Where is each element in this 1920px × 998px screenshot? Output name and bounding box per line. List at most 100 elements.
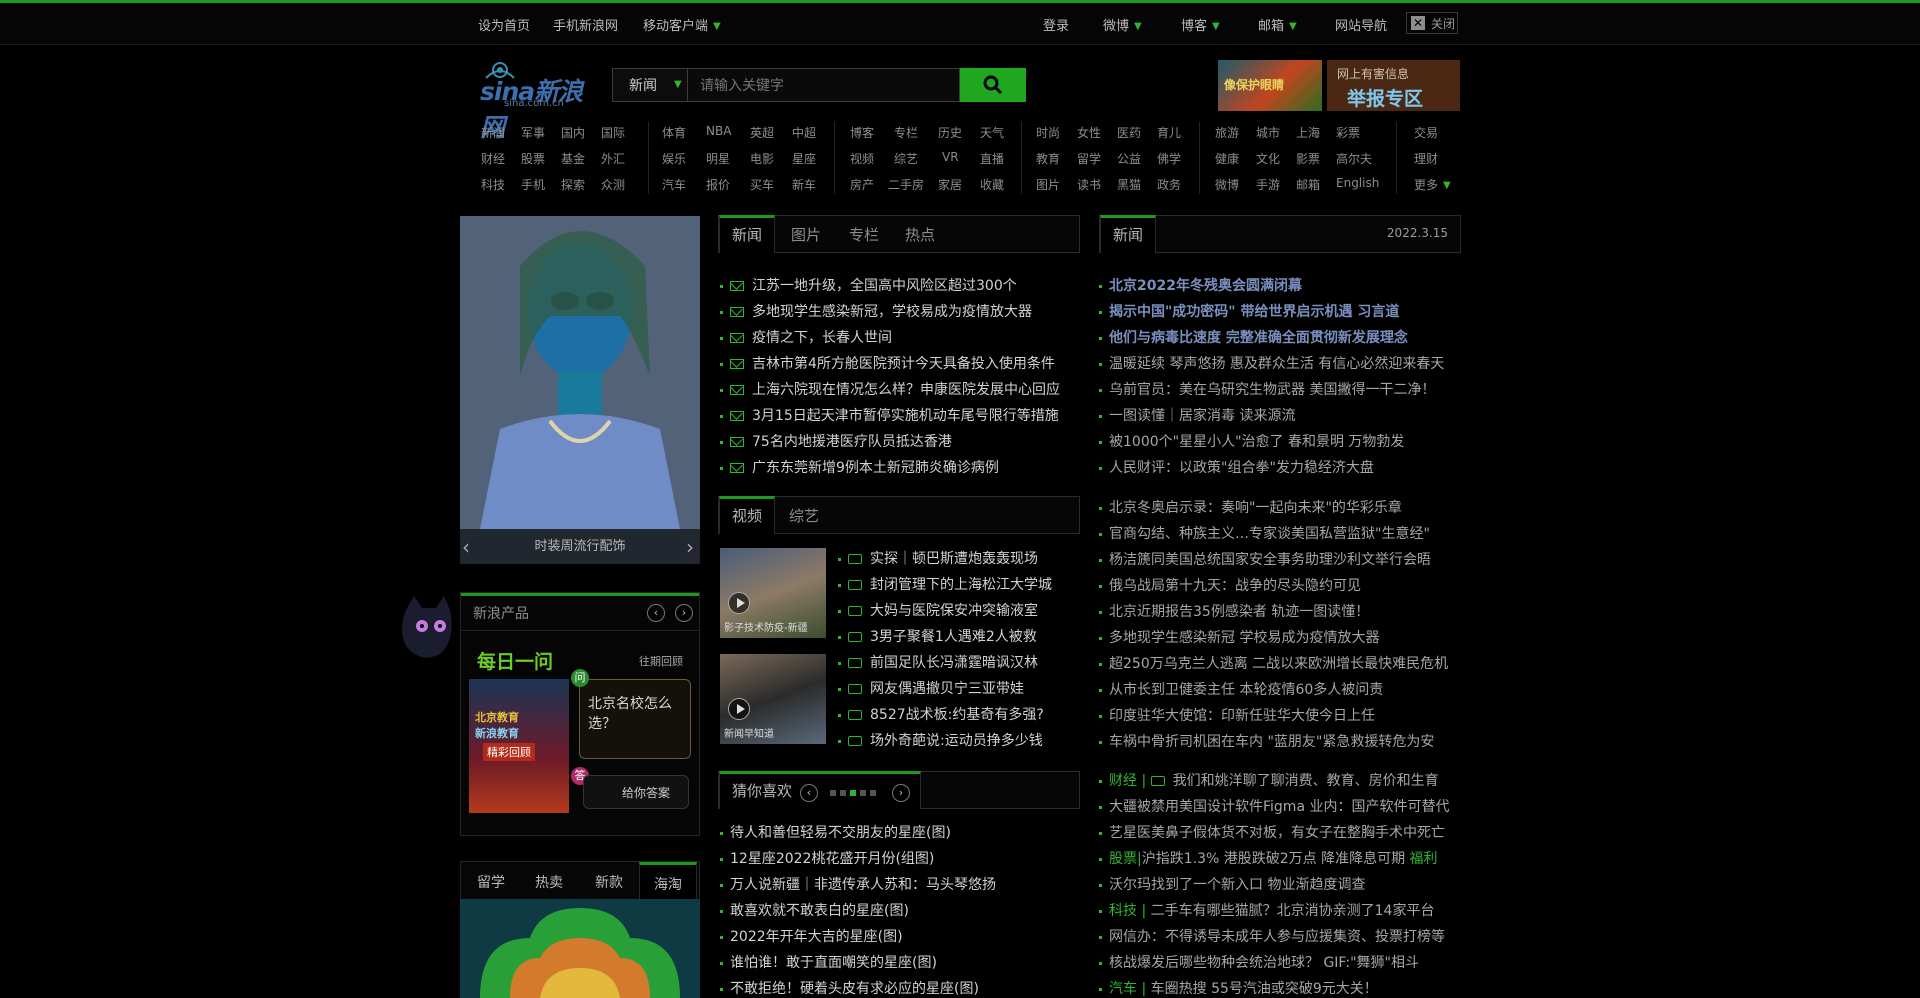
- nav-link[interactable]: 基金: [561, 150, 585, 167]
- past-review-link[interactable]: 往期回顾: [639, 653, 683, 669]
- blog-menu[interactable]: 博客 ▼: [1181, 15, 1220, 34]
- video-list-item[interactable]: 3男子聚餐1人遇难2人被救: [838, 626, 1037, 646]
- nav-link[interactable]: 众测: [601, 176, 625, 193]
- list-item[interactable]: 大疆被禁用美国设计软件Figma 业内：国产软件可替代: [1099, 796, 1449, 816]
- video-list-item[interactable]: 封闭管理下的上海松江大学城: [838, 574, 1052, 594]
- nav-link[interactable]: 影票: [1296, 150, 1320, 167]
- nav-link[interactable]: 佛学: [1157, 150, 1181, 167]
- nav-link[interactable]: 电影: [750, 150, 774, 167]
- report-zone-ad[interactable]: 网上有害信息 举报专区: [1327, 60, 1460, 111]
- chevron-right-icon[interactable]: ›: [675, 604, 693, 622]
- nav-more-link[interactable]: 更多 ▼: [1414, 176, 1451, 193]
- list-item[interactable]: 北京近期报告35例感染者 轨迹一图读懂！: [1099, 601, 1369, 621]
- list-item[interactable]: 温暖延续 琴声悠扬 惠及群众生活 有信心必然迎来春天: [1099, 353, 1444, 373]
- tab-variety[interactable]: 综艺: [789, 505, 819, 526]
- list-item[interactable]: 网信办：不得诱导未成年人参与应援集资、投票打榜等: [1099, 926, 1445, 946]
- list-item[interactable]: 待人和善但轻易不交朋友的星座(图): [720, 822, 951, 842]
- nav-link[interactable]: 新车: [792, 176, 816, 193]
- search-button[interactable]: [960, 68, 1026, 102]
- nav-link[interactable]: 英超: [750, 124, 774, 141]
- nav-link[interactable]: 黑猫: [1117, 176, 1141, 193]
- nav-link[interactable]: 娱乐: [662, 150, 686, 167]
- nav-link[interactable]: 财经: [481, 150, 505, 167]
- slide-next-icon[interactable]: ›: [686, 535, 694, 559]
- tab-news[interactable]: 新闻: [719, 215, 776, 253]
- answer-button[interactable]: 给你答案: [583, 775, 689, 809]
- nav-link[interactable]: 国际: [601, 124, 625, 141]
- tab-hot-sale[interactable]: 热卖: [535, 872, 563, 892]
- nav-link[interactable]: 城市: [1256, 124, 1280, 141]
- nav-link[interactable]: 图片: [1036, 176, 1060, 193]
- nav-link[interactable]: 历史: [938, 124, 962, 141]
- tab-pictures[interactable]: 图片: [791, 224, 821, 245]
- list-item[interactable]: 多地现学生感染新冠 学校易成为疫情放大器: [1099, 627, 1379, 647]
- headline-item[interactable]: 北京2022年冬残奥会圆满闭幕: [1099, 275, 1302, 295]
- nav-link[interactable]: 理财: [1414, 150, 1438, 167]
- list-item[interactable]: 人民财评：以政策"组合拳"发力稳经济大盘: [1099, 457, 1374, 477]
- list-item[interactable]: 官商勾结、种族主义…专家谈美国私营监狱"生意经": [1099, 523, 1430, 543]
- list-item[interactable]: 谁怕谁！敢于直面嘲笑的星座(图): [720, 952, 937, 972]
- list-item[interactable]: 2022年开年大吉的星座(图): [720, 926, 903, 946]
- set-homepage-link[interactable]: 设为首页: [478, 15, 530, 34]
- nav-link[interactable]: 彩票: [1336, 124, 1360, 141]
- question-bubble[interactable]: 北京名校怎么选？: [579, 679, 691, 759]
- tab-study-abroad[interactable]: 留学: [477, 872, 505, 892]
- list-item[interactable]: 车祸中骨折司机困在车内 "蓝朋友"紧急救援转危为安: [1099, 731, 1434, 751]
- list-item[interactable]: 75名内地援港医疗队员抵达香港: [720, 431, 952, 451]
- list-item[interactable]: 科技 | 二手车有哪些猫腻？北京消协亲测了14家平台: [1099, 900, 1434, 920]
- list-item[interactable]: 杨洁篪同美国总统国家安全事务助理沙利文举行会晤: [1099, 549, 1431, 569]
- nav-link[interactable]: 女性: [1077, 124, 1101, 141]
- video-list-item[interactable]: 8527战术板:约基奇有多强?: [838, 704, 1044, 724]
- sina-logo[interactable]: sina新浪网 sina.com.cn: [478, 58, 590, 142]
- nav-link[interactable]: 育儿: [1157, 124, 1181, 141]
- list-item[interactable]: 广东东莞新增9例本土新冠肺炎确诊病例: [720, 457, 999, 477]
- list-item[interactable]: 一图读懂｜居家消毒 读来源流: [1099, 405, 1295, 425]
- dot[interactable]: [830, 790, 836, 796]
- nav-link[interactable]: 专栏: [894, 124, 918, 141]
- nav-link[interactable]: 国内: [561, 124, 585, 141]
- nav-link[interactable]: 政务: [1157, 176, 1181, 193]
- nav-link[interactable]: 时尚: [1036, 124, 1060, 141]
- list-item[interactable]: 核战爆发后哪些物种会统治地球？ GIF:"舞狮"相斗: [1099, 952, 1419, 972]
- mail-menu[interactable]: 邮箱 ▼: [1258, 15, 1297, 34]
- tab-video[interactable]: 视频: [719, 496, 776, 534]
- category-tag[interactable]: 科技: [1109, 903, 1137, 919]
- education-banner[interactable]: 北京教育 新浪教育 精彩回顾: [469, 679, 569, 813]
- list-item[interactable]: 不敢拒绝！硬着头皮有求必应的星座(图): [720, 978, 979, 998]
- nav-link[interactable]: 中超: [792, 124, 816, 141]
- list-item[interactable]: 超250万乌克兰人逃离 二战以来欧洲增长最快难民危机: [1099, 653, 1448, 673]
- nav-link[interactable]: 读书: [1077, 176, 1101, 193]
- chevron-left-icon[interactable]: ‹: [647, 604, 665, 622]
- list-item[interactable]: 股票|沪指跌1.3% 港股跌破2万点 降准降息可期 福利: [1099, 848, 1438, 868]
- list-item[interactable]: 吉林市第4所方舱医院预计今天具备投入使用条件: [720, 353, 1055, 373]
- category-tag[interactable]: 股票: [1109, 851, 1137, 867]
- video-thumbnail[interactable]: 影子技术防疫-新疆: [720, 548, 826, 638]
- list-item[interactable]: 多地现学生感染新冠，学校易成为疫情放大器: [720, 301, 1032, 321]
- nav-link[interactable]: 留学: [1077, 150, 1101, 167]
- nav-link[interactable]: 家居: [938, 176, 962, 193]
- nav-link[interactable]: 汽车: [662, 176, 686, 193]
- list-item[interactable]: 江苏一地升级，全国高中风险区超过300个: [720, 275, 1017, 295]
- nav-link[interactable]: 收藏: [980, 176, 1004, 193]
- nav-link[interactable]: 邮箱: [1296, 176, 1320, 193]
- nav-link[interactable]: 体育: [662, 124, 686, 141]
- nav-link[interactable]: 探索: [561, 176, 585, 193]
- list-item[interactable]: 疫情之下，长春人世间: [720, 327, 892, 347]
- nav-link[interactable]: NBA: [706, 124, 731, 138]
- dot[interactable]: [870, 790, 876, 796]
- list-item[interactable]: 俄乌战局第十九天：战争的尽头隐约可见: [1099, 575, 1361, 595]
- nav-link[interactable]: 外汇: [601, 150, 625, 167]
- nav-link[interactable]: 手机: [521, 176, 545, 193]
- headline-item[interactable]: 揭示中国"成功密码" 带给世界启示机遇 习言道: [1099, 301, 1399, 321]
- shop-banner-image[interactable]: [460, 899, 700, 998]
- public-service-ad[interactable]: 像保护眼睛: [1218, 60, 1322, 111]
- video-list-item[interactable]: 前国足队长冯潇霆暗讽汉林: [838, 652, 1038, 672]
- dot-active[interactable]: [850, 790, 856, 796]
- nav-link[interactable]: 文化: [1256, 150, 1280, 167]
- close-button[interactable]: ✕ 关闭: [1406, 12, 1458, 34]
- nav-link[interactable]: 科技: [481, 176, 505, 193]
- nav-link[interactable]: 交易: [1414, 124, 1438, 141]
- dot[interactable]: [860, 790, 866, 796]
- chevron-right-icon[interactable]: ›: [892, 784, 910, 802]
- slide-prev-icon[interactable]: ‹: [462, 535, 470, 559]
